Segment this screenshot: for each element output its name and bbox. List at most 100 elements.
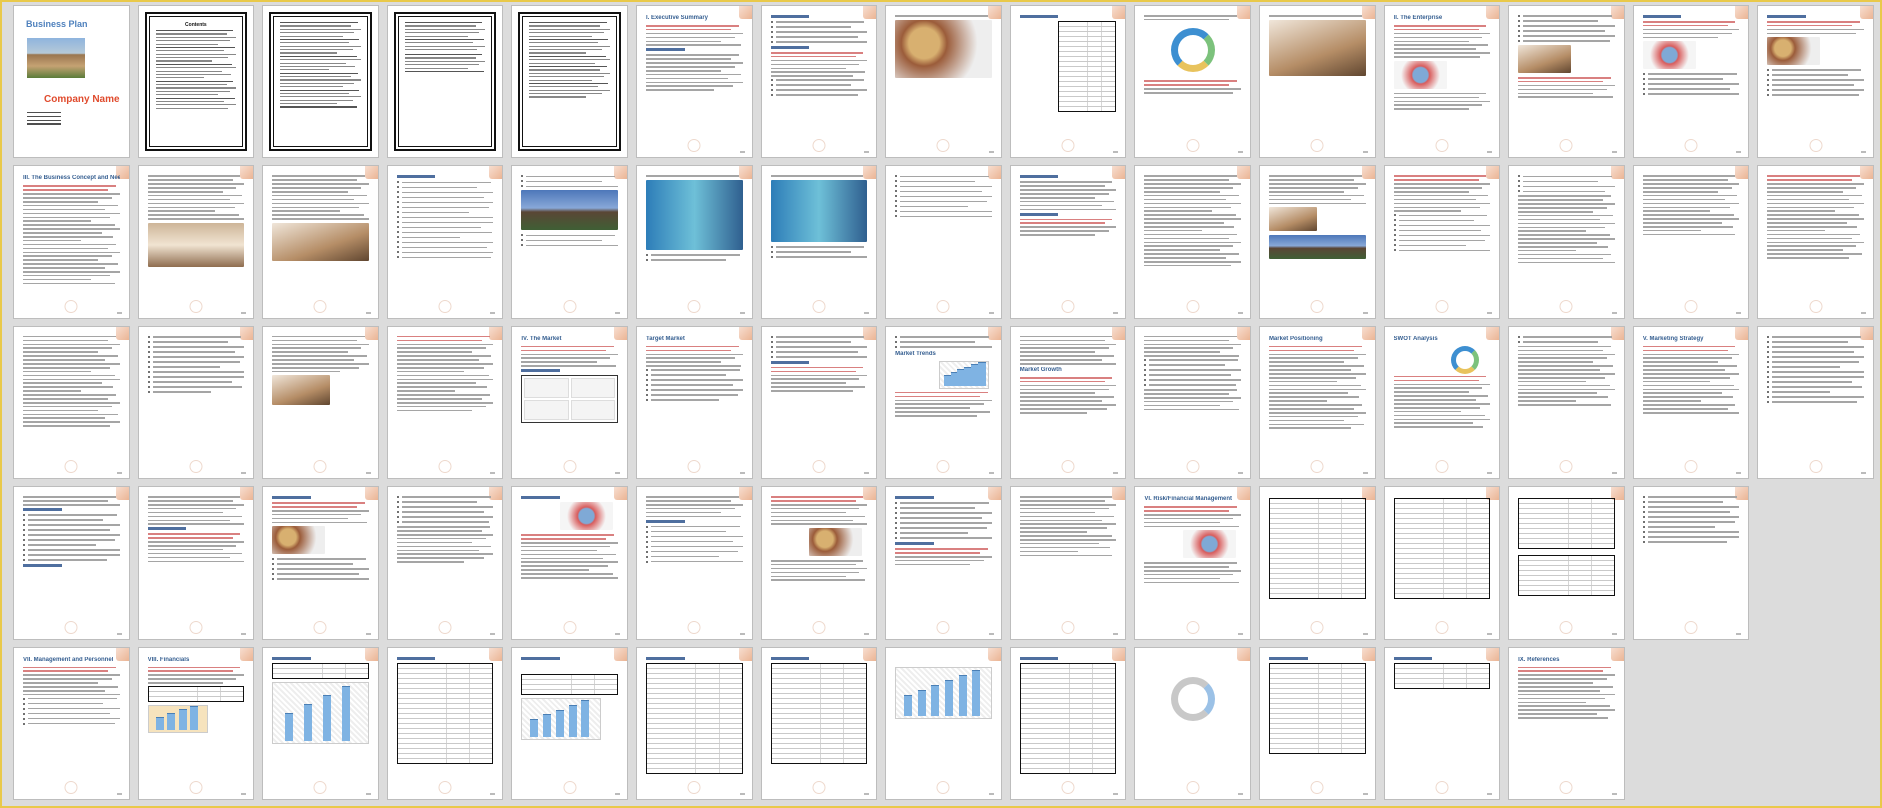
bullet-item — [397, 256, 494, 259]
page-marketing-strategy[interactable]: V. Marketing Strategy — [1633, 326, 1749, 479]
page-about-owners[interactable] — [761, 166, 877, 318]
page-executive-summary[interactable]: I. Executive Summary — [636, 6, 752, 158]
page-cash-flow[interactable] — [1259, 647, 1375, 799]
text-line — [1393, 406, 1481, 409]
page-contingency[interactable] — [1633, 487, 1749, 639]
page-concept-text-4[interactable] — [387, 326, 503, 479]
page-contents-continued[interactable] — [263, 6, 378, 158]
table-row — [1270, 594, 1365, 599]
page-marketing-list[interactable] — [1758, 326, 1873, 479]
page-text — [770, 366, 868, 392]
page-concept-details[interactable] — [263, 166, 378, 318]
page-balance-chart[interactable] — [1135, 647, 1250, 799]
page-management[interactable]: VII. Management and Personnel — [14, 647, 129, 799]
page-the-enterprise[interactable]: II. The Enterprise — [1384, 6, 1500, 158]
page-objectives[interactable] — [761, 6, 877, 158]
bullet-item — [646, 374, 743, 376]
page-offerings[interactable] — [886, 166, 1001, 318]
page-concept-text-2[interactable] — [14, 326, 129, 479]
text-line — [272, 198, 355, 201]
bullet-item — [646, 525, 743, 528]
page-facilities[interactable] — [1259, 166, 1375, 318]
page-start-up-costs[interactable] — [263, 647, 378, 799]
page-swot-analysis[interactable]: SWOT Analysis — [1384, 326, 1500, 479]
page-concept-text[interactable] — [1758, 166, 1873, 318]
page-number — [739, 151, 745, 154]
page-risk-table-2[interactable] — [1384, 487, 1500, 639]
page-data-table[interactable] — [1010, 6, 1126, 158]
page-cover[interactable]: Business Plan Company Name — [14, 6, 129, 158]
page-strengths[interactable] — [1509, 326, 1624, 479]
page-image-food[interactable] — [886, 6, 1001, 158]
page-list — [1767, 335, 1864, 403]
page-profit-chart[interactable] — [886, 647, 1001, 799]
page-profit-loss[interactable] — [636, 647, 752, 799]
text-line — [1268, 419, 1345, 422]
page-operations[interactable] — [1135, 166, 1250, 318]
page-text — [770, 496, 868, 525]
text-line — [645, 40, 722, 43]
page-concept-text-3[interactable] — [138, 326, 254, 479]
page-sales-forecast[interactable] — [512, 647, 627, 799]
page-startup-expenses[interactable] — [387, 647, 503, 799]
page-pricing-promo[interactable] — [263, 487, 378, 639]
page-references[interactable]: IX. References — [1509, 647, 1624, 799]
page-text — [521, 534, 618, 579]
text-line — [280, 89, 360, 91]
page-text — [1642, 21, 1740, 39]
page-donut-chart[interactable] — [1135, 6, 1250, 158]
page-ratios[interactable] — [1384, 647, 1500, 799]
page-concept-room[interactable] — [263, 326, 378, 479]
text-line — [396, 355, 492, 357]
text-line — [147, 214, 240, 216]
page-risk-table-3[interactable] — [1509, 487, 1624, 639]
text-line — [1268, 15, 1362, 17]
page-about-guests[interactable] — [512, 166, 627, 318]
page-sales-plan[interactable] — [387, 487, 503, 639]
page-business-concept[interactable]: III. The Business Concept and Need — [14, 166, 129, 318]
page-pricing[interactable] — [761, 487, 877, 639]
page-financials[interactable]: VIII. Financials — [138, 647, 254, 799]
page-concept-image[interactable] — [138, 166, 254, 318]
page-number — [739, 632, 745, 635]
page-market-positioning[interactable]: Market Positioning — [1259, 326, 1375, 479]
page-marketing-channels[interactable] — [14, 487, 129, 639]
page-online-marketing[interactable] — [512, 487, 627, 639]
page-market-segments[interactable] — [761, 326, 877, 479]
page-structure[interactable] — [1633, 6, 1749, 158]
page-expenses[interactable] — [886, 487, 1001, 639]
page-features-continued[interactable] — [1633, 166, 1749, 318]
page-the-market[interactable]: IV. The Market — [512, 326, 627, 479]
page-amenities[interactable] — [1384, 166, 1500, 318]
watermark-icon — [1559, 780, 1573, 794]
text-line — [770, 579, 866, 582]
page-market-growth[interactable]: Market Growth — [1010, 326, 1126, 479]
page-services-list[interactable] — [387, 166, 503, 318]
page-contents[interactable]: Contents — [138, 6, 254, 158]
text-line — [645, 357, 735, 360]
page-balance-sheet[interactable] — [1010, 647, 1126, 799]
page-rate-strategy[interactable] — [636, 487, 752, 639]
page-target-market[interactable]: Target Market — [636, 326, 752, 479]
page-enterprise-list[interactable] — [1509, 6, 1624, 158]
text-line — [1518, 670, 1604, 673]
text-line — [404, 42, 474, 44]
page-risk-table[interactable] — [1259, 487, 1375, 639]
page-projected-profit-loss[interactable] — [761, 647, 877, 799]
page-promotion[interactable] — [138, 487, 254, 639]
page-expenses-continued[interactable] — [1010, 487, 1126, 639]
text-line — [1518, 693, 1615, 696]
page-risk-management[interactable]: VI. Risk/Financial Management — [1135, 487, 1250, 639]
page-registrations[interactable] — [1758, 6, 1873, 158]
page-strategy[interactable] — [1010, 166, 1126, 318]
subheading — [272, 656, 311, 660]
page-competition[interactable] — [1135, 326, 1250, 479]
page-market-trends[interactable]: Market Trends — [886, 326, 1001, 479]
page-disclaimer[interactable] — [512, 6, 627, 158]
page-image-bedroom[interactable] — [1259, 6, 1375, 158]
page-contents-end[interactable] — [387, 6, 503, 158]
text-line — [147, 674, 245, 676]
page-features[interactable] — [1509, 166, 1624, 318]
text-line — [1144, 179, 1230, 181]
page-statistics[interactable] — [636, 166, 752, 318]
